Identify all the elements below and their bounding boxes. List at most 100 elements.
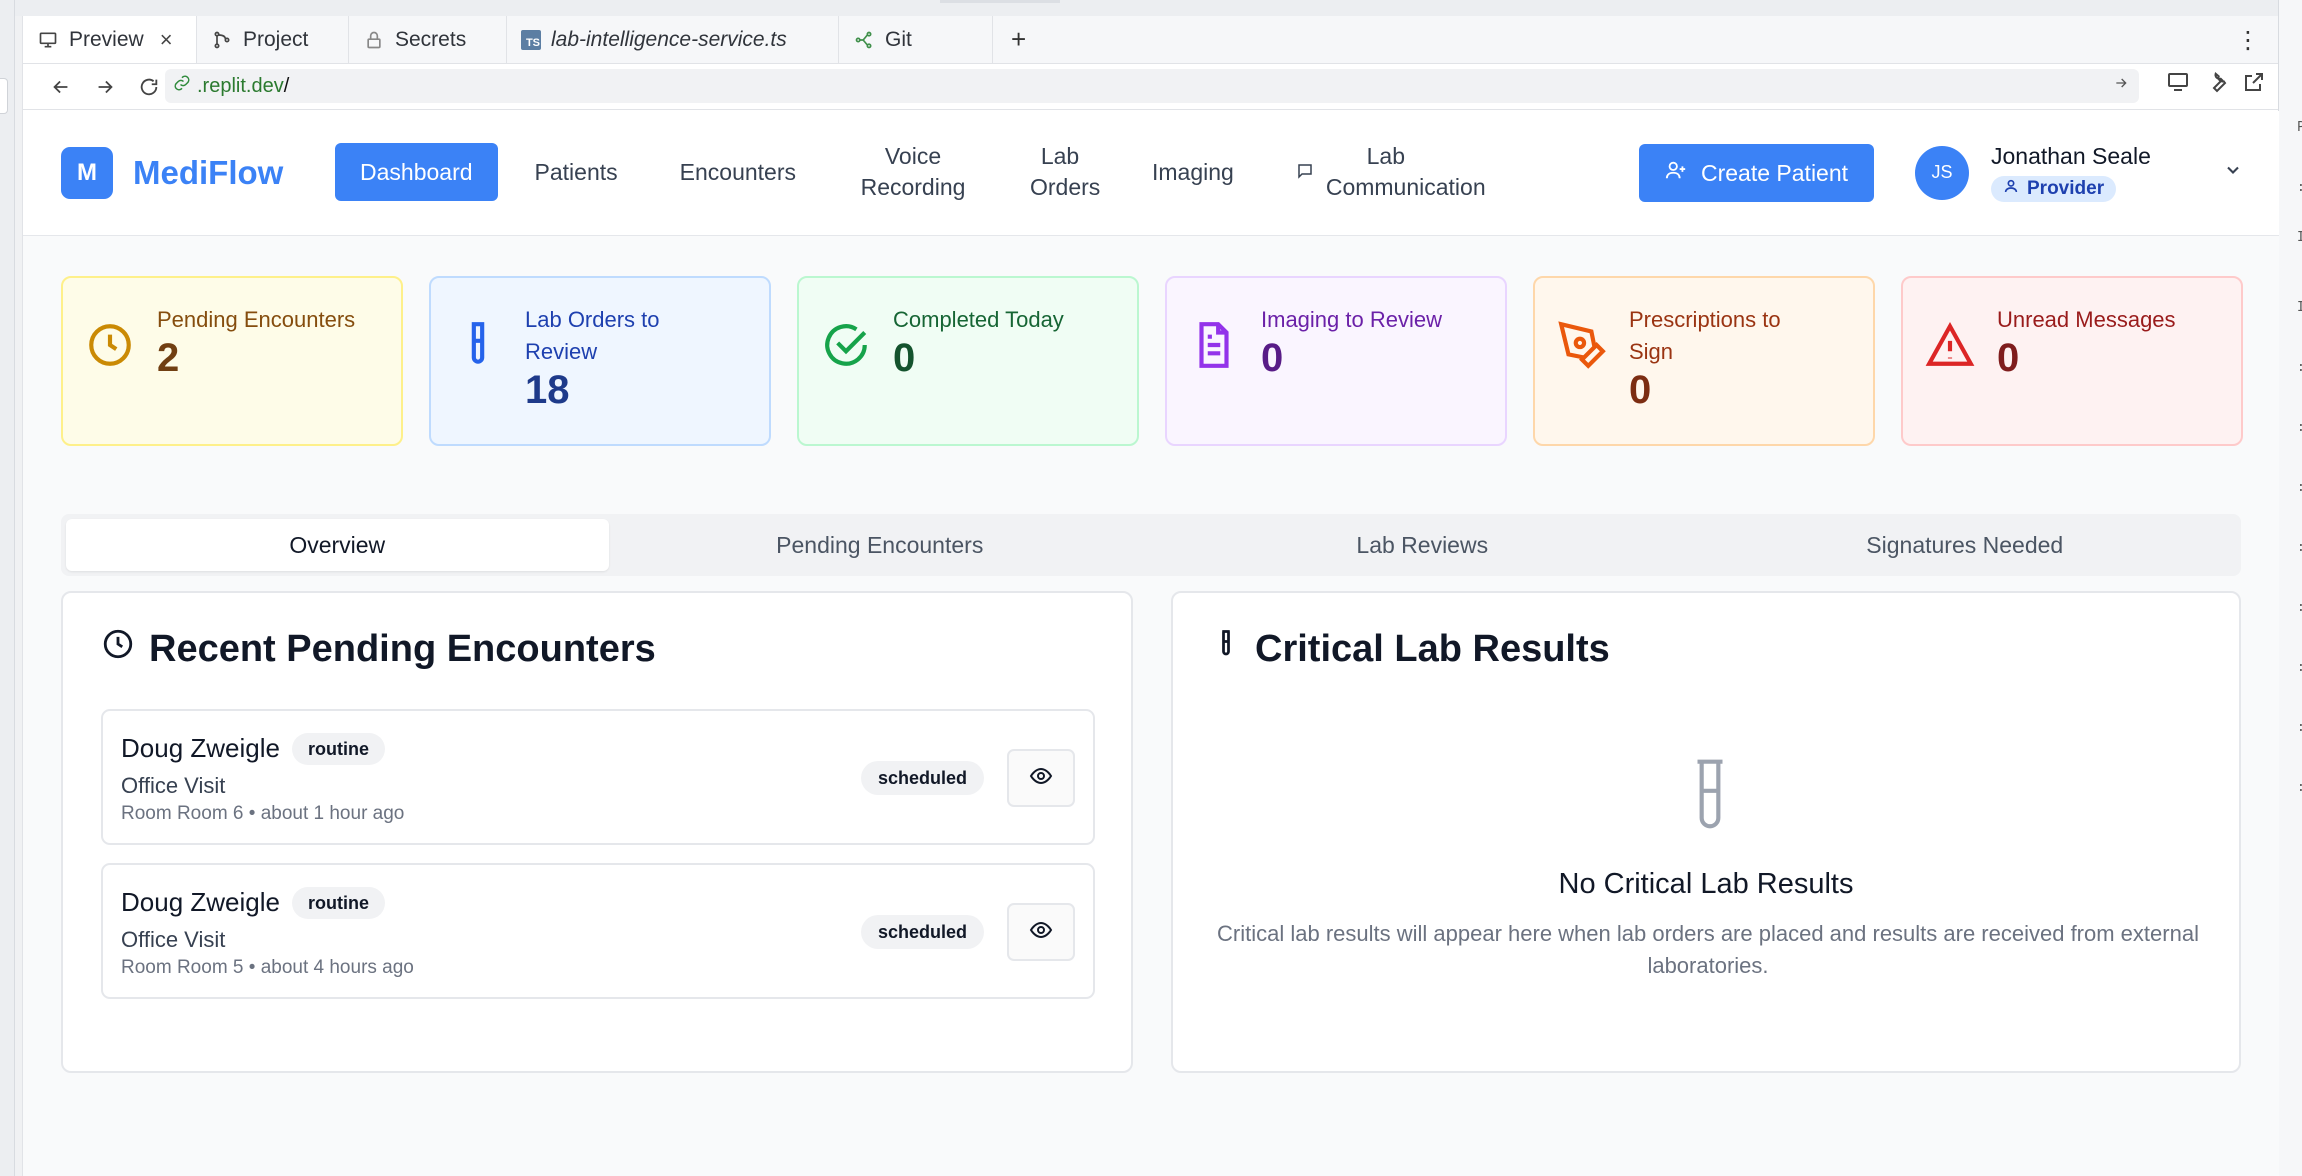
- card-title-text: Recent Pending Encounters: [149, 627, 656, 670]
- status-badge: scheduled: [861, 761, 985, 795]
- nav-lab-orders-label: Lab Orders: [1030, 143, 1101, 200]
- tab-pending-encounters[interactable]: Pending Encounters: [609, 519, 1152, 571]
- stat-value: 0: [1629, 368, 1652, 412]
- list-item[interactable]: Doug Zweigle routine Office Visit Room R…: [101, 709, 1095, 845]
- close-icon[interactable]: ×: [160, 27, 173, 53]
- url-input[interactable]: .replit.dev /: [165, 69, 2139, 103]
- go-arrow-icon[interactable]: [2113, 74, 2129, 97]
- stat-value: 0: [1997, 336, 2020, 380]
- open-external-icon[interactable]: [2242, 70, 2266, 99]
- devices-icon[interactable]: [2166, 70, 2190, 99]
- eye-icon: [1029, 918, 1053, 947]
- nav-lab-communication[interactable]: Lab Communication: [1271, 141, 1486, 203]
- tab-label: Preview: [69, 27, 144, 51]
- card-title: Critical Lab Results: [1211, 627, 1610, 671]
- user-plus-icon: [1665, 159, 1687, 187]
- stat-value: 0: [893, 336, 916, 380]
- more-vertical-icon[interactable]: ⋮: [2236, 26, 2260, 55]
- forward-button[interactable]: [83, 65, 127, 109]
- add-tab-button[interactable]: +: [993, 16, 1044, 63]
- card-title: Recent Pending Encounters: [101, 627, 656, 671]
- user-menu[interactable]: JS Jonathan Seale Provider: [1915, 143, 2243, 202]
- stat-value: 18: [525, 368, 570, 412]
- encounter-type: Office Visit: [121, 773, 226, 798]
- tab-overview[interactable]: Overview: [66, 519, 609, 571]
- priority-badge: routine: [292, 887, 385, 919]
- nav-imaging[interactable]: Imaging: [1127, 143, 1259, 201]
- create-patient-button[interactable]: Create Patient: [1639, 144, 1875, 202]
- chevron-down-icon[interactable]: [2223, 160, 2243, 185]
- stat-value: 2: [157, 336, 180, 380]
- create-patient-label: Create Patient: [1701, 159, 1849, 186]
- stat-pending-encounters[interactable]: Pending Encounters 2: [61, 276, 403, 446]
- tab-secrets[interactable]: Secrets: [349, 16, 507, 63]
- ide-left-strip: [0, 0, 15, 1176]
- url-host: .replit.dev: [197, 74, 284, 97]
- stat-unread-messages[interactable]: Unread Messages 0: [1901, 276, 2243, 446]
- clock-icon: [85, 320, 135, 370]
- document-icon: [1189, 320, 1239, 370]
- brand-logo: M: [61, 147, 113, 199]
- brand-name: MediFlow: [133, 154, 284, 191]
- preview-window: Preview × Project Secrets TS lab-intelli…: [22, 16, 2279, 1176]
- url-path: /: [283, 74, 290, 97]
- dashboard-tabs: Overview Pending Encounters Lab Reviews …: [61, 514, 2241, 576]
- tab-git[interactable]: Git: [839, 16, 993, 63]
- stat-completed-today[interactable]: Completed Today 0: [797, 276, 1139, 446]
- test-tube-icon: [1211, 627, 1241, 671]
- preview-tools: [2166, 70, 2266, 99]
- user-name: Jonathan Seale: [1991, 143, 2151, 169]
- main-nav: Dashboard Patients Encounters Voice Reco…: [335, 141, 1486, 203]
- stats-row: Pending Encounters 2 Lab Orders to Review…: [61, 276, 2243, 446]
- stat-label: Prescriptions to Sign: [1629, 307, 1781, 364]
- user-info: Jonathan Seale Provider: [1991, 143, 2151, 202]
- status-badge: scheduled: [861, 915, 985, 949]
- role-label: Provider: [2027, 178, 2105, 199]
- stat-label: Completed Today: [893, 307, 1064, 332]
- stat-value: 0: [1261, 336, 1284, 380]
- pen-tool-icon: [1557, 320, 1607, 370]
- patient-name: Doug Zweigle: [121, 887, 280, 917]
- recent-pending-encounters-card: Recent Pending Encounters Doug Zweigle r…: [61, 591, 1133, 1073]
- nav-encounters[interactable]: Encounters: [655, 143, 821, 201]
- tab-label: Secrets: [395, 27, 467, 51]
- tab-project[interactable]: Project: [197, 16, 349, 63]
- brand[interactable]: M MediFlow: [61, 147, 283, 199]
- nav-voice-recording[interactable]: Voice Recording: [833, 141, 993, 203]
- nav-dashboard[interactable]: Dashboard: [335, 143, 498, 201]
- encounter-type: Office Visit: [121, 927, 226, 952]
- git-icon: [853, 29, 875, 51]
- nav-patients[interactable]: Patients: [510, 143, 643, 201]
- ide-left-handle[interactable]: [0, 78, 8, 114]
- view-button[interactable]: [1007, 749, 1075, 807]
- priority-badge: routine: [292, 733, 385, 765]
- role-badge: Provider: [1991, 176, 2117, 202]
- back-button[interactable]: [39, 65, 83, 109]
- stat-lab-orders[interactable]: Lab Orders to Review 18: [429, 276, 771, 446]
- stat-prescriptions-sign[interactable]: Prescriptions to Sign 0: [1533, 276, 1875, 446]
- encounter-meta: Room Room 6 • about 1 hour ago: [121, 803, 405, 824]
- stat-imaging-review[interactable]: Imaging to Review 0: [1165, 276, 1507, 446]
- clock-icon: [101, 627, 135, 671]
- avatar: JS: [1915, 145, 1969, 200]
- tab-preview[interactable]: Preview ×: [23, 16, 197, 63]
- tab-lab-intelligence-service[interactable]: TS lab-intelligence-service.ts: [507, 16, 839, 63]
- tab-lab-reviews[interactable]: Lab Reviews: [1151, 519, 1694, 571]
- list-item[interactable]: Doug Zweigle routine Office Visit Room R…: [101, 863, 1095, 999]
- check-circle-icon: [821, 320, 871, 370]
- tab-signatures-needed[interactable]: Signatures Needed: [1694, 519, 2237, 571]
- encounter-meta: Room Room 5 • about 4 hours ago: [121, 957, 414, 978]
- nav-voice-recording-label: Voice Recording: [860, 143, 966, 200]
- nav-lab-orders[interactable]: Lab Orders: [1005, 141, 1115, 203]
- test-tube-icon: [453, 320, 503, 370]
- wrench-icon[interactable]: [2204, 70, 2228, 99]
- app-header: M MediFlow Dashboard Patients Encounters…: [23, 111, 2279, 236]
- lock-icon: [363, 29, 385, 51]
- address-bar-row: .replit.dev /: [23, 64, 2278, 110]
- workspace-tab-bar: Preview × Project Secrets TS lab-intelli…: [23, 16, 2278, 64]
- tab-label: Git: [885, 27, 912, 51]
- empty-state-description: Critical lab results will appear here wh…: [1217, 921, 2199, 978]
- tab-label: lab-intelligence-service.ts: [551, 27, 787, 51]
- alert-triangle-icon: [1925, 320, 1975, 370]
- view-button[interactable]: [1007, 903, 1075, 961]
